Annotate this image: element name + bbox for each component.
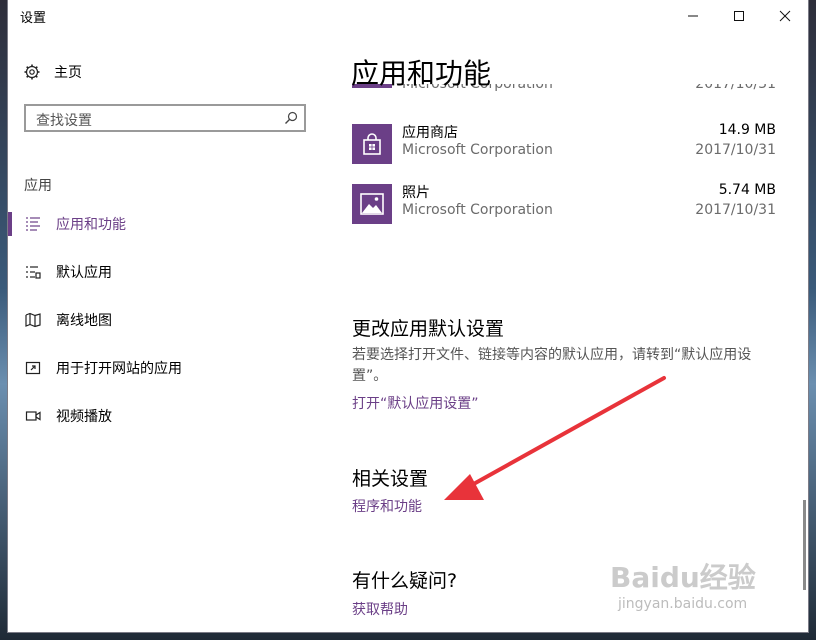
- sidebar-item-apps-features[interactable]: 应用和功能: [8, 208, 308, 240]
- sidebar-item-label: 应用和功能: [56, 217, 126, 233]
- app-name: 照片: [402, 185, 430, 201]
- close-icon: [779, 10, 791, 22]
- app-date: 2017/10/31: [695, 142, 776, 158]
- sidebar-item-label: 离线地图: [56, 313, 112, 329]
- sidebar-item-label: 用于打开网站的应用: [56, 361, 182, 377]
- open-default-apps-link[interactable]: 打开“默认应用设置”: [352, 393, 479, 413]
- help-heading: 有什么疑问?: [352, 570, 458, 592]
- watermark-url: jingyan.baidu.com: [618, 596, 748, 612]
- sidebar-item-label: 视频播放: [56, 409, 112, 425]
- get-help-link[interactable]: 获取帮助: [352, 599, 408, 619]
- minimize-icon: [688, 15, 698, 17]
- home-nav[interactable]: 主页: [24, 62, 82, 82]
- search-placeholder: 查找设置: [36, 113, 92, 129]
- offline-maps-icon: [25, 312, 41, 328]
- page-title: 应用和功能: [351, 57, 492, 90]
- sidebar-item-video-playback[interactable]: 视频播放: [8, 400, 308, 432]
- app-date: 2017/10/31: [695, 84, 776, 92]
- apps-features-icon: [25, 216, 41, 232]
- watermark-logo-text: Baidu经验: [610, 561, 756, 594]
- video-playback-icon: [25, 408, 41, 424]
- sidebar-item-apps-for-websites[interactable]: 用于打开网站的应用: [8, 352, 308, 384]
- sidebar-item-label: 默认应用: [56, 265, 112, 281]
- app-row-photos[interactable]: 照片 Microsoft Corporation 5.74 MB 2017/10…: [352, 180, 776, 230]
- home-label: 主页: [54, 65, 82, 81]
- close-button[interactable]: [762, 0, 808, 32]
- app-date: 2017/10/31: [695, 202, 776, 218]
- search-icon[interactable]: [284, 111, 298, 125]
- default-apps-icon: [25, 264, 41, 280]
- default-apps-desc-line1: 若要选择打开文件、链接等内容的默认应用，请转到“默认应用设: [352, 347, 752, 363]
- maximize-button[interactable]: [716, 0, 762, 32]
- section-label-apps: 应用: [24, 178, 52, 194]
- active-indicator: [8, 212, 12, 236]
- search-input[interactable]: 查找设置: [24, 104, 306, 132]
- app-publisher: Microsoft Corporation: [402, 142, 553, 158]
- default-apps-desc-line2: 置”。: [352, 368, 388, 384]
- app-row-store[interactable]: 应用商店 Microsoft Corporation 14.9 MB 2017/…: [352, 120, 776, 170]
- store-icon: [352, 124, 392, 164]
- related-settings-heading: 相关设置: [352, 468, 429, 490]
- sidebar-item-offline-maps[interactable]: 离线地图: [8, 304, 308, 336]
- default-apps-description: 若要选择打开文件、链接等内容的默认应用，请转到“默认应用设 置”。: [352, 345, 792, 387]
- app-size: 14.9 MB: [718, 122, 776, 138]
- settings-window: 设置 主页 查找设置 应用 应用和功能 默认应用 离线地图 用于打开网站的应用 …: [8, 0, 808, 632]
- programs-features-link[interactable]: 程序和功能: [352, 496, 422, 516]
- app-size: 5.74 MB: [718, 182, 776, 198]
- window-title: 设置: [20, 11, 47, 26]
- photos-icon: [352, 184, 392, 224]
- app-publisher: Microsoft Corporation: [402, 202, 553, 218]
- default-apps-heading: 更改应用默认设置: [352, 318, 505, 340]
- sidebar-item-default-apps[interactable]: 默认应用: [8, 256, 308, 288]
- title-bar: 设置: [8, 0, 808, 32]
- gear-icon: [24, 64, 40, 80]
- app-name: 应用商店: [402, 125, 458, 141]
- minimize-button[interactable]: [670, 0, 716, 32]
- scrollbar[interactable]: [803, 500, 806, 590]
- maximize-icon: [734, 11, 744, 21]
- apps-for-websites-icon: [25, 360, 41, 376]
